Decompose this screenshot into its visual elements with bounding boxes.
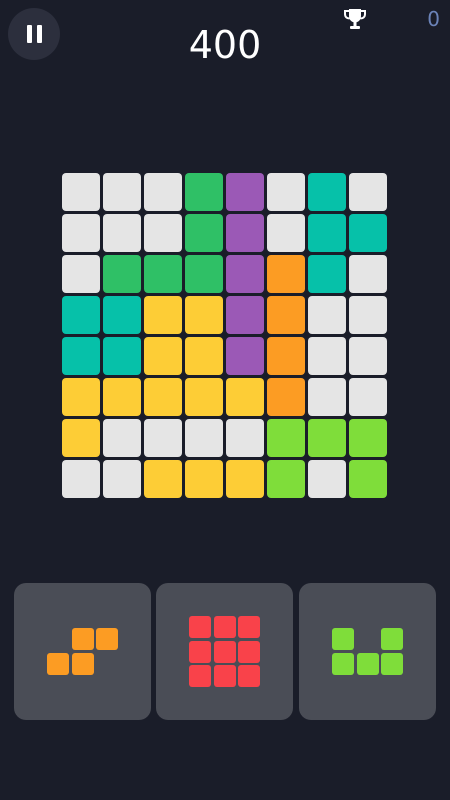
empty-cell[interactable] (308, 378, 346, 416)
filled-cell[interactable] (62, 378, 100, 416)
empty-cell[interactable] (62, 173, 100, 211)
filled-cell[interactable] (226, 460, 264, 498)
empty-cell[interactable] (103, 419, 141, 457)
filled-cell[interactable] (185, 255, 223, 293)
filled-cell[interactable] (226, 337, 264, 375)
filled-cell[interactable] (267, 378, 305, 416)
filled-cell[interactable] (349, 214, 387, 252)
filled-cell[interactable] (185, 296, 223, 334)
piece-block (47, 652, 69, 675)
empty-cell[interactable] (308, 296, 346, 334)
filled-cell[interactable] (62, 337, 100, 375)
piece-block (213, 640, 236, 663)
piece-block (189, 616, 211, 638)
filled-cell[interactable] (144, 378, 182, 416)
empty-cell[interactable] (62, 460, 100, 498)
filled-cell[interactable] (62, 296, 100, 334)
empty-cell[interactable] (62, 214, 100, 252)
piece-block (332, 652, 354, 675)
piece-square-3x3[interactable] (156, 583, 293, 720)
piece-block (189, 665, 211, 687)
piece-block (356, 652, 379, 675)
filled-cell[interactable] (226, 296, 264, 334)
piece-block (332, 628, 354, 651)
filled-cell[interactable] (226, 255, 264, 293)
filled-cell[interactable] (185, 460, 223, 498)
filled-cell[interactable] (144, 460, 182, 498)
empty-cell[interactable] (62, 255, 100, 293)
filled-cell[interactable] (144, 296, 182, 334)
filled-cell[interactable] (349, 419, 387, 457)
filled-cell[interactable] (144, 337, 182, 375)
filled-cell[interactable] (103, 296, 141, 334)
filled-cell[interactable] (62, 419, 100, 457)
empty-cell[interactable] (349, 378, 387, 416)
piece-tray-2[interactable] (156, 583, 293, 720)
piece-tray-1[interactable] (14, 583, 151, 720)
filled-cell[interactable] (308, 173, 346, 211)
filled-cell[interactable] (308, 419, 346, 457)
empty-cell[interactable] (349, 255, 387, 293)
filled-cell[interactable] (185, 337, 223, 375)
filled-cell[interactable] (308, 255, 346, 293)
filled-cell[interactable] (267, 337, 305, 375)
filled-cell[interactable] (226, 173, 264, 211)
empty-cell[interactable] (349, 173, 387, 211)
filled-cell[interactable] (103, 378, 141, 416)
filled-cell[interactable] (103, 337, 141, 375)
piece-block (238, 640, 260, 663)
empty-cell[interactable] (226, 419, 264, 457)
empty-cell[interactable] (103, 173, 141, 211)
piece-block (213, 665, 236, 687)
filled-cell[interactable] (185, 378, 223, 416)
filled-cell[interactable] (267, 296, 305, 334)
piece-block (381, 652, 403, 675)
filled-cell[interactable] (226, 214, 264, 252)
empty-cell[interactable] (308, 460, 346, 498)
piece-block (189, 640, 211, 663)
piece-s-shape[interactable] (14, 583, 151, 720)
best-score: 0 (427, 7, 440, 31)
empty-cell[interactable] (144, 173, 182, 211)
filled-cell[interactable] (185, 214, 223, 252)
filled-cell[interactable] (349, 460, 387, 498)
empty-cell[interactable] (349, 296, 387, 334)
filled-cell[interactable] (308, 214, 346, 252)
empty-cell[interactable] (144, 214, 182, 252)
empty-cell[interactable] (267, 214, 305, 252)
piece-block (238, 616, 260, 638)
filled-cell[interactable] (144, 255, 182, 293)
piece-block (71, 628, 94, 651)
current-score: 400 (188, 23, 262, 67)
filled-cell[interactable] (226, 378, 264, 416)
empty-cell[interactable] (103, 214, 141, 252)
filled-cell[interactable] (267, 255, 305, 293)
piece-tray-3[interactable] (299, 583, 436, 720)
empty-cell[interactable] (349, 337, 387, 375)
piece-block (213, 616, 236, 638)
game-board[interactable] (62, 173, 388, 499)
piece-u-shape[interactable] (299, 583, 436, 720)
empty-cell[interactable] (267, 173, 305, 211)
filled-cell[interactable] (103, 255, 141, 293)
filled-cell[interactable] (185, 173, 223, 211)
piece-block (381, 628, 403, 651)
empty-cell[interactable] (308, 337, 346, 375)
filled-cell[interactable] (267, 460, 305, 498)
piece-block (71, 652, 94, 675)
trophy-icon (344, 9, 366, 29)
filled-cell[interactable] (267, 419, 305, 457)
piece-block (238, 665, 260, 687)
empty-cell[interactable] (185, 419, 223, 457)
piece-block (96, 628, 118, 651)
empty-cell[interactable] (103, 460, 141, 498)
empty-cell[interactable] (144, 419, 182, 457)
